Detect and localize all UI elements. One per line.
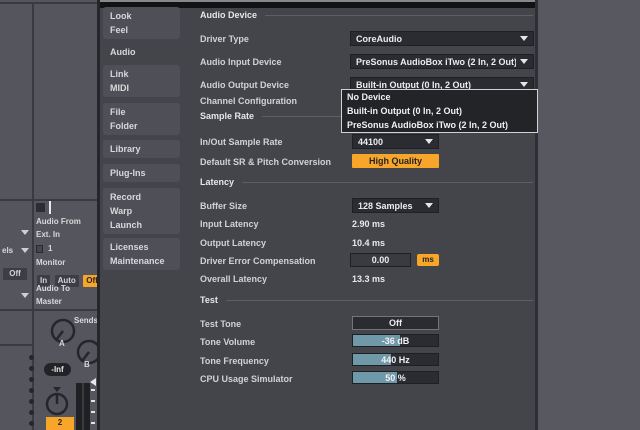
tab-library[interactable]: Library <box>103 140 180 158</box>
level-meter-dots <box>29 352 34 429</box>
high-quality-button[interactable]: High Quality <box>352 154 439 168</box>
tab-audio[interactable]: Audio <box>103 43 180 61</box>
clip-stop-button[interactable] <box>36 203 45 212</box>
driver-error-compensation-input[interactable]: 0.00 <box>350 253 411 267</box>
audio-from-chooser[interactable]: Ext. In <box>36 230 60 240</box>
meter-dot <box>29 366 34 371</box>
input-latency-label: Input Latency <box>200 219 259 229</box>
truncated-channel-text: els <box>2 246 14 255</box>
driver-type-select[interactable]: CoreAudio <box>350 31 534 46</box>
ms-unit-badge[interactable]: ms <box>417 254 439 266</box>
menu-item-presonus[interactable]: PreSonus AudioBox iTwo (2 In, 2 Out) <box>342 118 537 132</box>
buffer-size-label: Buffer Size <box>200 201 248 211</box>
audio-to-chooser[interactable]: Master <box>36 297 62 307</box>
sample-rate-select[interactable]: 44100 <box>352 134 439 149</box>
chooser-arrow-icon[interactable] <box>21 293 29 298</box>
test-tone-button[interactable]: Off <box>352 316 439 330</box>
overall-latency-label: Overall Latency <box>200 274 268 284</box>
text-cursor <box>49 201 51 214</box>
sr-conversion-label: Default SR & Pitch Conversion <box>200 157 332 167</box>
dropdown-arrow-icon <box>425 203 433 208</box>
meter-dot <box>29 399 34 404</box>
meter-dot <box>29 355 34 360</box>
track-number-badge[interactable]: 2 <box>46 417 74 430</box>
send-b-label: B <box>84 360 90 369</box>
driver-error-compensation-label: Driver Error Compensation <box>200 256 316 266</box>
send-a-label: A <box>59 339 65 348</box>
tab-plug-ins[interactable]: Plug-Ins <box>103 164 180 182</box>
input-channel-box[interactable] <box>36 245 43 253</box>
divider <box>0 309 97 311</box>
monitor-off-button[interactable]: Off <box>83 275 97 287</box>
dropdown-arrow-icon <box>520 36 528 41</box>
tone-volume-slider[interactable]: -36 dB <box>352 334 439 347</box>
tone-frequency-slider[interactable]: 440 Hz <box>352 353 439 366</box>
dropdown-arrow-icon <box>520 59 528 64</box>
overall-latency-value: 13.3 ms <box>352 274 386 284</box>
section-latency: Latency <box>200 177 533 188</box>
channel-config-label: Channel Configuration <box>200 96 297 106</box>
pan-knob[interactable] <box>44 385 72 419</box>
cpu-usage-simulator-slider[interactable]: 50 % <box>352 371 439 384</box>
audio-input-device-select[interactable]: PreSonus AudioBox iTwo (2 In, 2 Out) <box>350 54 534 69</box>
output-device-label: Audio Output Device <box>200 80 290 90</box>
menu-item-built-in-output[interactable]: Built-in Output (0 In, 2 Out) <box>342 104 537 118</box>
tab-file-folder[interactable]: File Folder <box>103 103 180 135</box>
sample-rate-label: In/Out Sample Rate <box>200 137 283 147</box>
tab-link-midi[interactable]: Link MIDI <box>103 65 180 97</box>
level-meter <box>76 383 90 430</box>
dropdown-arrow-icon <box>425 139 433 144</box>
tab-record-warp-launch[interactable]: Record Warp Launch <box>103 188 180 234</box>
dropdown-arrow-icon <box>520 82 528 87</box>
output-latency-label: Output Latency <box>200 238 267 248</box>
chooser-arrow-icon[interactable] <box>21 230 29 235</box>
buffer-size-select[interactable]: 128 Samples <box>352 198 439 213</box>
tone-frequency-label: Tone Frequency <box>200 356 269 366</box>
tab-look-feel[interactable]: Look Feel <box>103 7 180 39</box>
audio-to-label: Audio To <box>36 284 71 293</box>
driver-type-label: Driver Type <box>200 34 249 44</box>
meter-dot <box>29 410 34 415</box>
input-device-label: Audio Input Device <box>200 57 282 67</box>
meter-dot <box>29 421 34 426</box>
divider <box>225 300 533 301</box>
divider <box>0 344 32 346</box>
cpu-usage-simulator-label: CPU Usage Simulator <box>200 374 293 384</box>
divider <box>0 2 97 4</box>
app-background-right <box>538 0 640 430</box>
tab-licenses-maintenance[interactable]: Licenses Maintenance <box>103 238 180 270</box>
output-latency-value: 10.4 ms <box>352 238 386 248</box>
input-channel-chooser[interactable]: 1 <box>48 244 52 254</box>
monitor-label: Monitor <box>36 258 66 267</box>
tone-volume-label: Tone Volume <box>200 337 256 347</box>
session-view-background: Audio From Ext. In 1 Monitor In Auto Off… <box>0 0 97 430</box>
audio-from-label: Audio From <box>36 217 81 226</box>
divider <box>265 15 533 16</box>
test-tone-label: Test Tone <box>200 319 242 329</box>
output-device-menu: No Device Built-in Output (0 In, 2 Out) … <box>341 89 538 133</box>
meter-dot <box>29 377 34 382</box>
input-latency-value: 2.90 ms <box>352 219 386 229</box>
meter-dot <box>29 388 34 393</box>
volume-display[interactable]: -Inf <box>44 363 71 376</box>
divider <box>242 182 533 183</box>
monitor-off-button[interactable]: Off <box>3 268 27 280</box>
section-audio-device: Audio Device <box>200 10 533 21</box>
chooser-arrow-icon[interactable] <box>21 248 29 253</box>
section-test: Test <box>200 295 533 306</box>
volume-fader-handle[interactable] <box>90 378 96 386</box>
preferences-dialog: Look Feel Audio Link MIDI File Folder Li… <box>97 0 538 430</box>
menu-item-no-device[interactable]: No Device <box>342 90 537 104</box>
